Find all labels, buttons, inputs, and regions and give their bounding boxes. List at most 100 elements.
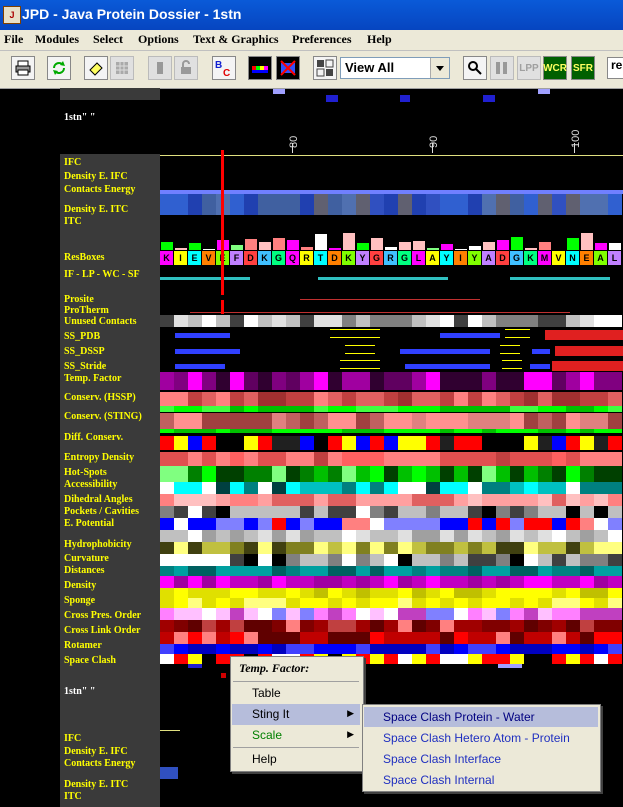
sfr-icon[interactable]: SFR: [571, 56, 595, 80]
track-cell: [300, 392, 314, 406]
residue-box[interactable]: I: [454, 251, 467, 265]
submenu-item-space-clash-hetero-atom-protein[interactable]: Space Clash Hetero Atom - Protein: [364, 728, 598, 748]
residue-box[interactable]: K: [342, 251, 355, 265]
menu-modules[interactable]: Modules: [35, 32, 79, 47]
track-cell: [230, 518, 244, 530]
track-cell: [580, 494, 594, 506]
residue-box[interactable]: A: [426, 251, 439, 265]
track-cell: [398, 632, 412, 644]
residue-box[interactable]: K: [160, 251, 173, 265]
resbox-bar: [245, 239, 257, 250]
residue-box[interactable]: R: [300, 251, 313, 265]
track-cell: [216, 566, 230, 576]
residue-box[interactable]: N: [566, 251, 579, 265]
residue-box[interactable]: G: [370, 251, 383, 265]
residue-box[interactable]: M: [538, 251, 551, 265]
track-cell: [300, 518, 314, 530]
submenu-item-space-clash-internal[interactable]: Space Clash Internal: [364, 770, 598, 790]
menu-item-table[interactable]: Table: [232, 683, 360, 704]
menu-text-graphics[interactable]: Text & Graphics: [193, 32, 279, 47]
wcr-icon[interactable]: WCR: [543, 56, 567, 80]
residue-box[interactable]: F: [230, 251, 243, 265]
residue-box[interactable]: G: [398, 251, 411, 265]
bc-icon[interactable]: BC: [212, 56, 236, 80]
right-edge-button[interactable]: re: [607, 57, 623, 79]
track-cell: [580, 598, 594, 608]
clipboard-icon[interactable]: [148, 56, 172, 80]
track-cell: [552, 406, 566, 412]
print-icon[interactable]: [11, 56, 35, 80]
track-cell: [370, 452, 384, 466]
track-cell: [468, 392, 482, 406]
track-cell: [342, 632, 356, 644]
track-cell: [370, 620, 384, 632]
residue-box[interactable]: A: [482, 251, 495, 265]
menu-file[interactable]: File: [4, 32, 23, 47]
track-cell: [370, 554, 384, 566]
track-cell: [594, 576, 608, 588]
no-palette-icon[interactable]: [276, 56, 300, 80]
track-cell: [510, 429, 524, 433]
residue-box[interactable]: D: [244, 251, 257, 265]
residue-box[interactable]: G: [510, 251, 523, 265]
residue-box[interactable]: A: [594, 251, 607, 265]
eraser-icon[interactable]: [84, 56, 108, 80]
view-select[interactable]: View All: [340, 57, 450, 79]
residue-box[interactable]: Y: [440, 251, 453, 265]
residue-box[interactable]: E: [188, 251, 201, 265]
track-cell: [524, 542, 538, 554]
resbox-bar: [329, 248, 341, 250]
resbox-bar: [385, 247, 397, 250]
unused-contact-cell: [412, 315, 426, 327]
menu-options[interactable]: Options: [138, 32, 179, 47]
submenu-item-space-clash-interface[interactable]: Space Clash Interface: [364, 749, 598, 769]
residue-box[interactable]: V: [202, 251, 215, 265]
track-label: ITC: [64, 791, 82, 802]
menu-item-help[interactable]: Help: [232, 749, 360, 770]
track-cell: [258, 632, 272, 644]
residue-box[interactable]: L: [608, 251, 621, 265]
residue-box[interactable]: I: [174, 251, 187, 265]
menu-help[interactable]: Help: [367, 32, 392, 47]
track-cell: [440, 436, 454, 450]
track-cell: [272, 554, 286, 566]
submenu-item-space-clash-protein-water[interactable]: Space Clash Protein - Water: [364, 707, 598, 727]
track-cell: [440, 620, 454, 632]
track-cell: [594, 413, 608, 429]
refresh-icon[interactable]: [47, 56, 71, 80]
lpp-icon[interactable]: LPP: [517, 56, 541, 80]
menu-item-sting-it[interactable]: Sting It ▶: [232, 704, 360, 725]
residue-box[interactable]: Y: [356, 251, 369, 265]
menu-preferences[interactable]: Preferences: [292, 32, 352, 47]
track-cell: [398, 372, 412, 390]
residue-box[interactable]: V: [552, 251, 565, 265]
track-cell: [608, 620, 622, 632]
residue-box[interactable]: R: [384, 251, 397, 265]
residue-box[interactable]: D: [496, 251, 509, 265]
residue-box[interactable]: Q: [286, 251, 299, 265]
palette-icon[interactable]: [248, 56, 272, 80]
residue-box[interactable]: K: [258, 251, 271, 265]
menu-select[interactable]: Select: [93, 32, 123, 47]
columns-icon[interactable]: [490, 56, 514, 80]
residue-box[interactable]: G: [272, 251, 285, 265]
track-cell: [440, 392, 454, 406]
residue-box[interactable]: E: [580, 251, 593, 265]
residue-box[interactable]: Y: [468, 251, 481, 265]
track-cell: [566, 530, 580, 542]
track-cell: [482, 598, 496, 608]
residue-box[interactable]: L: [412, 251, 425, 265]
track-cell: [594, 542, 608, 554]
zoom-icon[interactable]: [463, 56, 487, 80]
residue-box[interactable]: T: [314, 251, 327, 265]
residue-box[interactable]: K: [524, 251, 537, 265]
chevron-down-icon[interactable]: [430, 58, 449, 78]
menu-item-scale[interactable]: Scale ▶: [232, 725, 360, 746]
layout-icon[interactable]: [313, 56, 337, 80]
track-cell: [328, 632, 342, 644]
lock-icon[interactable]: [174, 56, 198, 80]
residue-box[interactable]: D: [328, 251, 341, 265]
track-cell: [216, 530, 230, 542]
grid-icon[interactable]: [110, 56, 134, 80]
track-cell: [552, 632, 566, 644]
